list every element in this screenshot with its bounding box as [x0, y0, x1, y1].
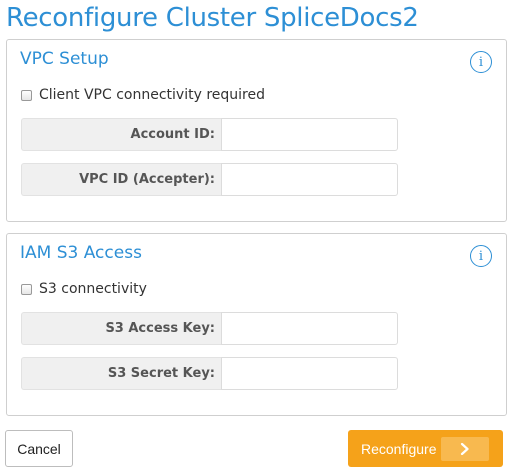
vpc-id-input[interactable]: [221, 163, 398, 196]
client-vpc-checkbox-row[interactable]: Client VPC connectivity required: [21, 87, 265, 103]
page-title: Reconfigure Cluster SpliceDocs2: [6, 3, 419, 33]
cancel-button[interactable]: Cancel: [5, 430, 73, 467]
s3-connectivity-checkbox-row[interactable]: S3 connectivity: [21, 281, 147, 297]
s3-secret-key-label: S3 Secret Key:: [21, 357, 221, 390]
account-id-label: Account ID:: [21, 118, 221, 151]
s3-secret-key-row: S3 Secret Key:: [21, 357, 398, 390]
reconfigure-button[interactable]: Reconfigure: [348, 430, 503, 467]
account-id-input[interactable]: [221, 118, 398, 151]
info-icon[interactable]: i: [470, 51, 492, 73]
iam-s3-panel: IAM S3 Access i S3 connectivity S3 Acces…: [6, 233, 507, 416]
s3-connectivity-checkbox-label: S3 connectivity: [39, 281, 147, 297]
vpc-setup-panel: VPC Setup i Client VPC connectivity requ…: [6, 39, 507, 222]
s3-access-key-input[interactable]: [221, 312, 398, 345]
vpc-setup-title: VPC Setup: [20, 49, 109, 69]
account-id-row: Account ID:: [21, 118, 398, 151]
s3-access-key-row: S3 Access Key:: [21, 312, 398, 345]
s3-connectivity-checkbox[interactable]: [21, 283, 32, 295]
info-icon[interactable]: i: [470, 245, 492, 267]
s3-secret-key-input[interactable]: [221, 357, 398, 390]
s3-access-key-label: S3 Access Key:: [21, 312, 221, 345]
client-vpc-checkbox[interactable]: [21, 89, 32, 101]
reconfigure-button-label: Reconfigure: [361, 440, 437, 457]
chevron-right-icon: [441, 437, 489, 461]
vpc-id-label: VPC ID (Accepter):: [21, 163, 221, 196]
vpc-id-row: VPC ID (Accepter):: [21, 163, 398, 196]
client-vpc-checkbox-label: Client VPC connectivity required: [39, 87, 265, 103]
iam-s3-title: IAM S3 Access: [20, 243, 142, 263]
